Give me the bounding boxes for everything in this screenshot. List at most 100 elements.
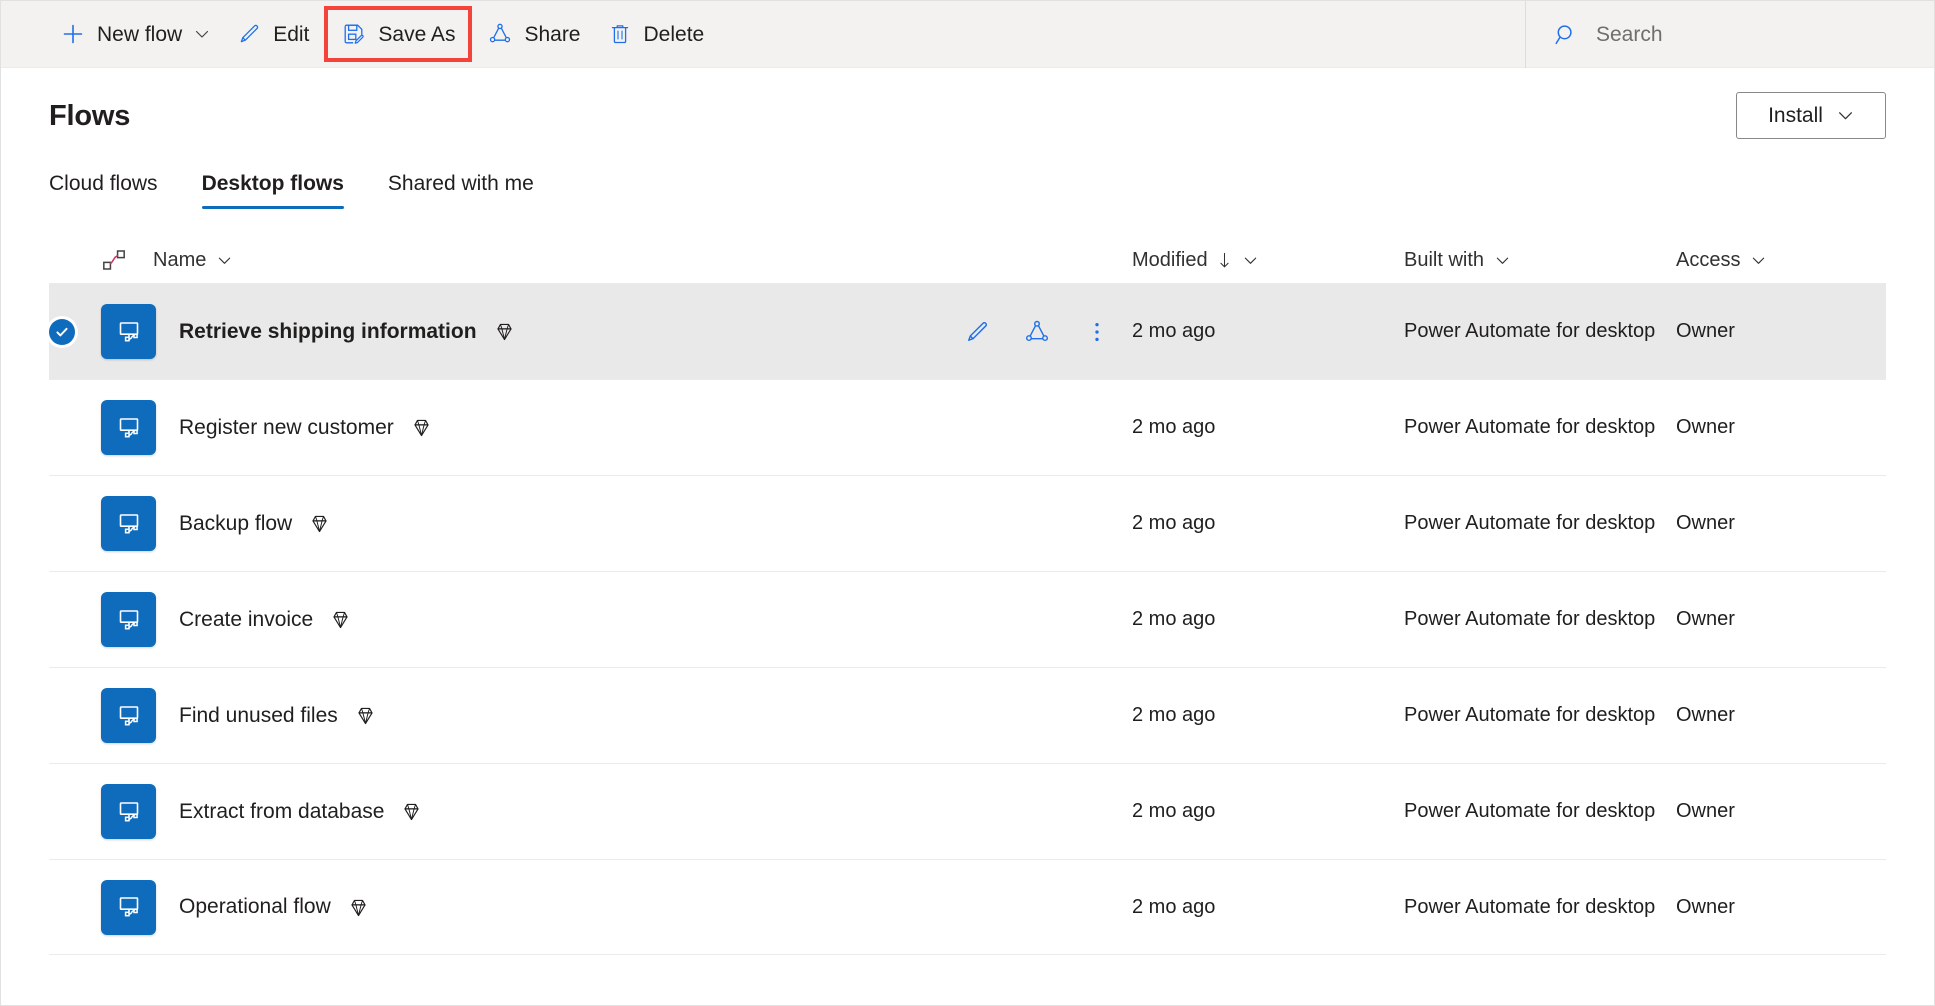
row-icon-cell (101, 400, 179, 455)
row-more-button[interactable] (1082, 317, 1112, 347)
row-access-cell: Owner (1676, 512, 1886, 535)
table-row[interactable]: Operational flow 2 mo ago Power Automate… (49, 859, 1886, 955)
row-access-cell: Owner (1676, 608, 1886, 631)
table-row[interactable]: Extract from database 2 mo ago Power Aut… (49, 763, 1886, 859)
table-row[interactable]: Register new customer 2 mo ago Power Aut… (49, 379, 1886, 475)
row-name-cell: Extract from database (179, 800, 1132, 824)
premium-diamond-icon (493, 320, 516, 343)
header-name-label: Name (153, 248, 207, 271)
row-name-cell: Backup flow (179, 512, 1132, 536)
row-select-cell[interactable] (49, 607, 101, 633)
flows-page: New flow Edit Save As Share Delete Searc… (0, 0, 1935, 1006)
desktop-flow-icon (101, 400, 156, 455)
flow-name[interactable]: Backup flow (179, 512, 292, 536)
row-checkbox-checked[interactable] (49, 318, 75, 345)
share-label: Share (524, 22, 581, 46)
trash-icon (607, 21, 633, 47)
row-share-button[interactable] (1022, 317, 1052, 347)
row-edit-button[interactable] (962, 317, 992, 347)
flow-name[interactable]: Extract from database (179, 800, 384, 824)
modified-value: 2 mo ago (1132, 512, 1216, 534)
header-access-label: Access (1676, 248, 1741, 271)
row-icon-cell (101, 592, 179, 647)
row-name-cell: Operational flow (179, 895, 1132, 919)
desktop-flow-icon (101, 304, 156, 359)
new-flow-button[interactable]: New flow (47, 10, 223, 58)
access-value: Owner (1676, 895, 1735, 918)
share-button[interactable]: Share (474, 10, 593, 58)
page-title: Flows (49, 100, 131, 132)
edit-label: Edit (273, 22, 310, 46)
row-access-cell: Owner (1676, 320, 1886, 343)
row-select-cell[interactable] (49, 894, 101, 920)
access-value: Owner (1676, 800, 1735, 822)
modified-value: 2 mo ago (1132, 704, 1216, 726)
edit-button[interactable]: Edit (223, 10, 322, 58)
row-select-cell[interactable] (49, 511, 101, 537)
header-modified-label: Modified (1132, 248, 1208, 271)
header-modified-cell: Modified (1132, 249, 1404, 272)
row-select-cell[interactable] (49, 799, 101, 825)
row-select-cell[interactable] (49, 415, 101, 441)
chevron-down-icon (217, 253, 232, 268)
row-built-with-cell: Power Automate for desktop (1404, 608, 1676, 631)
access-value: Owner (1676, 416, 1735, 438)
row-built-with-cell: Power Automate for desktop (1404, 704, 1676, 727)
chevron-down-icon (1495, 253, 1510, 268)
flow-name[interactable]: Operational flow (179, 895, 331, 919)
header-name[interactable]: Name (153, 249, 232, 272)
table-row[interactable]: Find unused files 2 mo ago Power Automat… (49, 667, 1886, 763)
header-built-with-cell: Built with (1404, 249, 1676, 272)
tab-desktop-flows[interactable]: Desktop flows (201, 172, 345, 209)
row-access-cell: Owner (1676, 704, 1886, 727)
row-icon-cell (101, 304, 179, 359)
row-built-with-cell: Power Automate for desktop (1404, 896, 1676, 919)
row-modified-cell: 2 mo ago (1132, 896, 1404, 919)
flow-name[interactable]: Retrieve shipping information (179, 320, 477, 344)
row-select-cell[interactable] (49, 703, 101, 729)
premium-diamond-icon (308, 512, 331, 535)
chevron-down-icon (194, 26, 210, 42)
row-access-cell: Owner (1676, 896, 1886, 919)
row-select-cell[interactable] (49, 318, 101, 345)
modified-value: 2 mo ago (1132, 800, 1216, 822)
tab-cloud-flows[interactable]: Cloud flows (49, 172, 158, 209)
delete-button[interactable]: Delete (594, 10, 718, 58)
premium-diamond-icon (347, 896, 370, 919)
access-value: Owner (1676, 512, 1735, 534)
access-value: Owner (1676, 608, 1735, 630)
table-row[interactable]: Backup flow 2 mo ago Power Automate for … (49, 475, 1886, 571)
header-access[interactable]: Access (1676, 249, 1766, 272)
header-access-cell: Access (1676, 249, 1886, 272)
modified-value: 2 mo ago (1132, 416, 1216, 438)
row-built-with-cell: Power Automate for desktop (1404, 800, 1676, 823)
header-modified[interactable]: Modified (1132, 249, 1258, 272)
save-as-button[interactable]: Save As (324, 6, 473, 62)
premium-diamond-icon (410, 416, 433, 439)
flow-name[interactable]: Find unused files (179, 704, 338, 728)
install-button[interactable]: Install (1736, 92, 1886, 139)
built-with-value: Power Automate for desktop (1404, 895, 1656, 918)
header-built-with[interactable]: Built with (1404, 249, 1510, 272)
premium-diamond-icon (329, 608, 352, 631)
row-icon-cell (101, 879, 179, 935)
built-with-value: Power Automate for desktop (1404, 608, 1656, 630)
chevron-down-icon (1243, 253, 1258, 268)
modified-value: 2 mo ago (1132, 608, 1216, 630)
table-row[interactable]: Retrieve shipping information 2 mo ago P… (49, 283, 1886, 379)
search-box[interactable] (1525, 1, 1934, 68)
access-value: Owner (1676, 704, 1735, 726)
row-access-cell: Owner (1676, 800, 1886, 823)
chevron-down-icon (1751, 253, 1766, 268)
modified-value: 2 mo ago (1132, 320, 1216, 342)
row-modified-cell: 2 mo ago (1132, 512, 1404, 535)
row-modified-cell: 2 mo ago (1132, 320, 1404, 343)
sort-descending-icon (1217, 252, 1232, 269)
flow-name[interactable]: Create invoice (179, 608, 313, 632)
desktop-flow-icon (101, 592, 156, 647)
search-input[interactable] (1594, 21, 1874, 48)
table-row[interactable]: Create invoice 2 mo ago Power Automate f… (49, 571, 1886, 667)
tab-shared-with-me[interactable]: Shared with me (388, 172, 534, 209)
built-with-value: Power Automate for desktop (1404, 800, 1656, 822)
flow-name[interactable]: Register new customer (179, 416, 394, 440)
